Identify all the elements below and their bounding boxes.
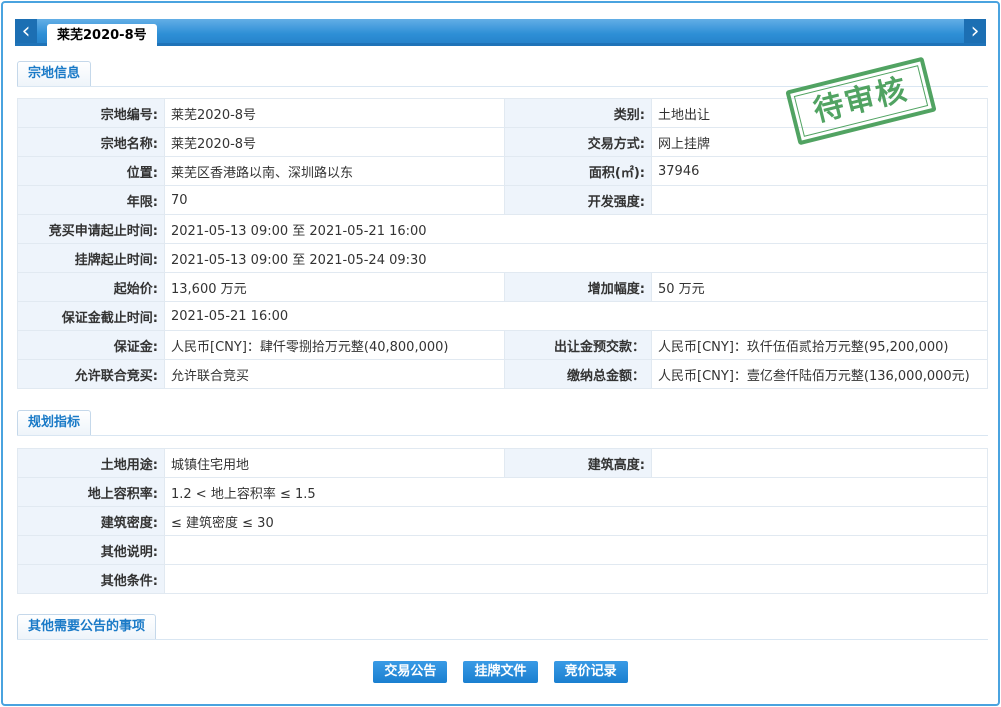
tab-parcel-active[interactable]: 莱芜2020-8号	[47, 24, 157, 48]
field-label: 缴纳总金额：	[504, 359, 652, 389]
field-value: 37946	[651, 156, 988, 186]
section-title-planning[interactable]: 规划指标	[17, 410, 92, 435]
table-row: 起始价: 13,600 万元 增加幅度: 50 万元	[17, 272, 988, 302]
field-label: 土地用途:	[17, 448, 165, 478]
field-value	[651, 448, 988, 478]
field-value: 人民币[CNY]：壹亿叁仟陆佰万元整(136,000,000元)	[651, 359, 988, 389]
table-row: 地上容积率: 1.2 < 地上容积率 ≤ 1.5	[17, 477, 988, 507]
field-value: ≤ 建筑密度 ≤ 30	[164, 506, 988, 536]
field-label: 竞买申请起止时间:	[17, 214, 165, 244]
field-label: 交易方式:	[504, 127, 652, 157]
field-label: 位置:	[17, 156, 165, 186]
field-value: 人民币[CNY]：肆仟零捌拾万元整(40,800,000)	[164, 330, 505, 360]
table-row: 年限: 70 开发强度:	[17, 185, 988, 215]
field-value: 允许联合竞买	[164, 359, 505, 389]
field-label: 其他条件:	[17, 564, 165, 594]
table-row: 其他说明:	[17, 535, 988, 565]
field-value: 50 万元	[651, 272, 988, 302]
field-label: 类别:	[504, 98, 652, 128]
section-header-other: 其他需要公告的事项	[17, 614, 988, 640]
field-label: 其他说明:	[17, 535, 165, 565]
field-label: 宗地编号:	[17, 98, 165, 128]
field-value: 2021-05-13 09:00 至 2021-05-24 09:30	[164, 243, 988, 273]
field-label: 面积(㎡):	[504, 156, 652, 186]
table-row: 保证金: 人民币[CNY]：肆仟零捌拾万元整(40,800,000) 出让金预交…	[17, 330, 988, 360]
table-row: 土地用途: 城镇住宅用地 建筑高度:	[17, 448, 988, 478]
section-title-parcel[interactable]: 宗地信息	[17, 61, 92, 86]
field-label: 起始价:	[17, 272, 165, 302]
field-label: 增加幅度:	[504, 272, 652, 302]
table-row: 其他条件:	[17, 564, 988, 594]
field-value	[164, 564, 988, 594]
announcement-button[interactable]: 交易公告	[373, 661, 448, 683]
next-tab-arrow-icon[interactable]: ›	[964, 19, 986, 46]
bid-records-button[interactable]: 竞价记录	[553, 661, 628, 683]
planning-info-table: 土地用途: 城镇住宅用地 建筑高度: 地上容积率: 1.2 < 地上容积率 ≤ …	[17, 448, 988, 594]
field-label: 建筑高度:	[504, 448, 652, 478]
table-row: 位置: 莱芜区香港路以南、深圳路以东 面积(㎡): 37946	[17, 156, 988, 186]
field-label: 宗地名称:	[17, 127, 165, 157]
field-value: 70	[164, 185, 505, 215]
field-value: 莱芜2020-8号	[164, 98, 505, 128]
field-label: 建筑密度:	[17, 506, 165, 536]
field-value: 人民币[CNY]：玖仟伍佰贰拾万元整(95,200,000)	[651, 330, 988, 360]
section-title-other[interactable]: 其他需要公告的事项	[17, 614, 157, 639]
parcel-info-table: 宗地编号: 莱芜2020-8号 类别: 土地出让 宗地名称: 莱芜2020-8号…	[17, 98, 988, 389]
table-row: 竞买申请起止时间: 2021-05-13 09:00 至 2021-05-21 …	[17, 214, 988, 244]
table-row: 建筑密度: ≤ 建筑密度 ≤ 30	[17, 506, 988, 536]
field-value	[651, 185, 988, 215]
table-row: 挂牌起止时间: 2021-05-13 09:00 至 2021-05-24 09…	[17, 243, 988, 273]
field-value: 城镇住宅用地	[164, 448, 505, 478]
field-value: 13,600 万元	[164, 272, 505, 302]
listing-docs-button[interactable]: 挂牌文件	[463, 661, 538, 683]
field-value: 2021-05-13 09:00 至 2021-05-21 16:00	[164, 214, 988, 244]
field-value: 莱芜2020-8号	[164, 127, 505, 157]
section-header-planning: 规划指标	[17, 410, 988, 436]
tab-bar: ‹ 莱芜2020-8号 ›	[15, 19, 986, 48]
field-label: 允许联合竞买:	[17, 359, 165, 389]
field-label: 保证金:	[17, 330, 165, 360]
field-label: 开发强度:	[504, 185, 652, 215]
field-label: 年限:	[17, 185, 165, 215]
field-label: 地上容积率:	[17, 477, 165, 507]
field-value: 2021-05-21 16:00	[164, 301, 988, 331]
field-label: 保证金截止时间:	[17, 301, 165, 331]
field-label: 出让金预交款：	[504, 330, 652, 360]
table-row: 允许联合竞买: 允许联合竞买 缴纳总金额： 人民币[CNY]：壹亿叁仟陆佰万元整…	[17, 359, 988, 389]
field-label: 挂牌起止时间:	[17, 243, 165, 273]
table-row: 保证金截止时间: 2021-05-21 16:00	[17, 301, 988, 331]
field-value: 1.2 < 地上容积率 ≤ 1.5	[164, 477, 988, 507]
prev-tab-arrow-icon[interactable]: ‹	[15, 19, 37, 46]
field-value: 莱芜区香港路以南、深圳路以东	[164, 156, 505, 186]
action-button-row: 交易公告 挂牌文件 竞价记录	[0, 661, 1001, 683]
field-value	[164, 535, 988, 565]
